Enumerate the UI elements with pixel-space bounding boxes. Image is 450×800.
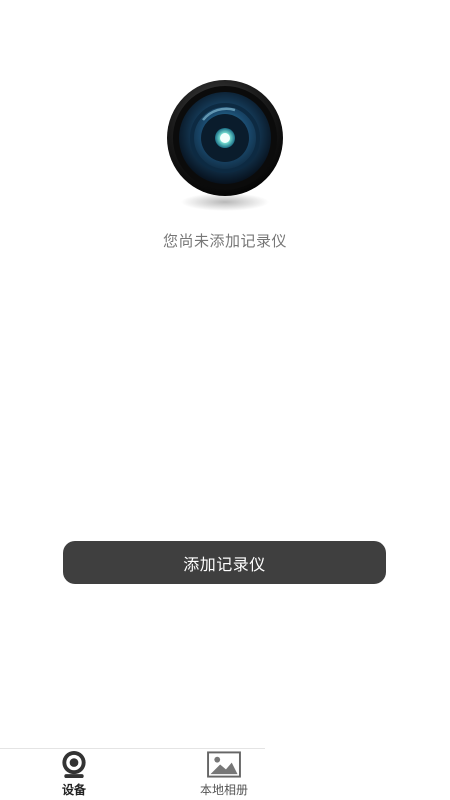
webcam-icon: [62, 750, 86, 779]
bottom-tab-bar: 设备 本地相册: [0, 748, 450, 800]
device-screen: 您尚未添加记录仪 添加记录仪 设备 本地相册: [0, 0, 450, 800]
tab-album-label: 本地相册: [199, 783, 248, 797]
image-icon: [207, 751, 241, 778]
tab-bar-divider: [0, 748, 265, 749]
tab-devices[interactable]: 设备: [29, 750, 119, 798]
tab-album[interactable]: 本地相册: [179, 750, 269, 798]
empty-state: 您尚未添加记录仪: [0, 80, 450, 251]
empty-message: 您尚未添加记录仪: [162, 232, 287, 250]
camera-lens-icon: [165, 80, 285, 220]
tab-devices-label: 设备: [61, 783, 86, 797]
add-recorder-button[interactable]: 添加记录仪: [63, 541, 386, 584]
